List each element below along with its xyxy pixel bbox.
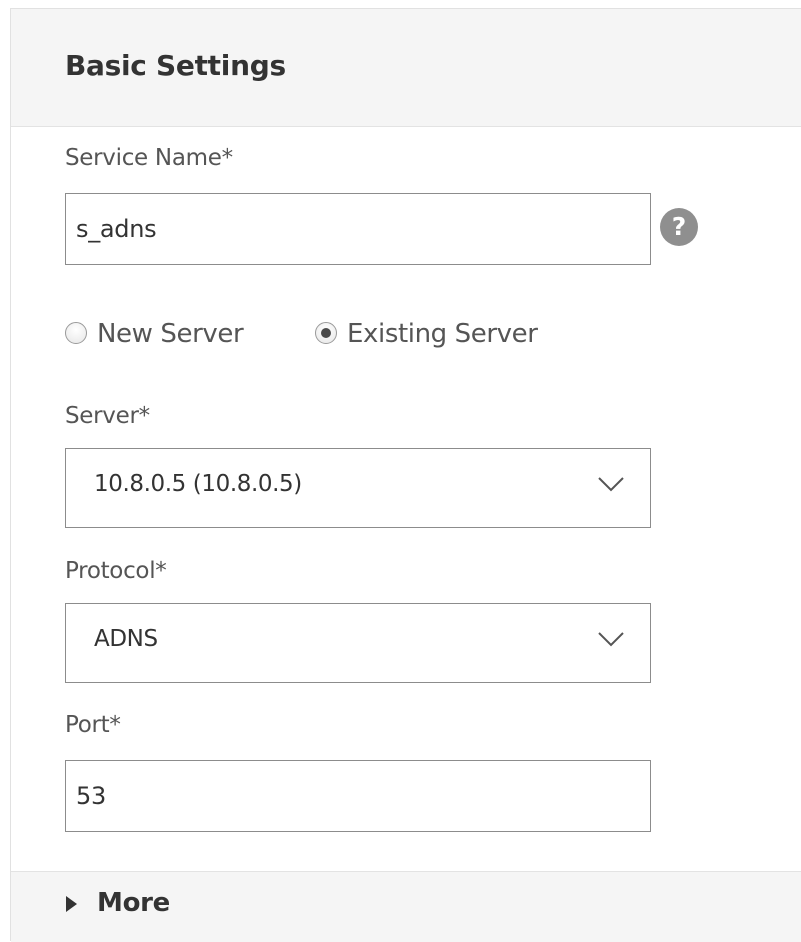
protocol-select-value: ADNS <box>94 626 158 652</box>
protocol-label: Protocol* <box>65 558 167 584</box>
server-select-value: 10.8.0.5 (10.8.0.5) <box>94 471 302 497</box>
server-label: Server* <box>65 403 150 429</box>
panel-title: Basic Settings <box>65 49 286 82</box>
more-label: More <box>97 888 170 918</box>
panel-header: Basic Settings <box>11 9 801 127</box>
port-input[interactable] <box>65 760 651 832</box>
existing-server-label: Existing Server <box>347 319 538 349</box>
more-toggle[interactable]: More <box>11 871 801 942</box>
radio-unselected-icon <box>65 322 87 344</box>
radio-selected-icon <box>315 322 337 344</box>
chevron-down-icon <box>598 632 624 647</box>
service-name-label: Service Name* <box>65 145 233 171</box>
basic-settings-panel: Basic Settings Service Name* ? New Serve… <box>10 8 801 942</box>
port-label: Port* <box>65 712 121 738</box>
protocol-select[interactable]: ADNS <box>65 603 651 683</box>
server-select[interactable]: 10.8.0.5 (10.8.0.5) <box>65 448 651 528</box>
triangle-right-icon <box>66 896 77 912</box>
chevron-down-icon <box>598 477 624 492</box>
radio-dot-icon <box>321 328 331 338</box>
service-name-input[interactable] <box>65 193 651 265</box>
new-server-label: New Server <box>97 319 244 349</box>
help-icon[interactable]: ? <box>660 208 698 246</box>
